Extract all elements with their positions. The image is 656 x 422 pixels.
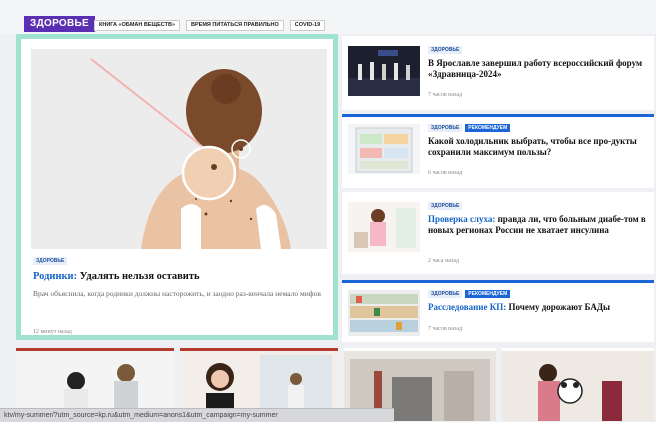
news-title-rest: В Ярославле завершил работу всероссийски… — [428, 58, 643, 79]
news-item[interactable]: ЗДОРОВЬЕ Проверка слуха: правда ли, что … — [342, 192, 654, 274]
news-title[interactable]: В Ярославле завершил работу всероссийски… — [428, 58, 648, 80]
news-badge[interactable]: ЗДОРОВЬЕ — [428, 290, 463, 298]
news-time: 6 часов назад — [428, 170, 463, 176]
news-badge[interactable]: ЗДОРОВЬЕ — [428, 124, 463, 132]
tag-obman-veshchestv[interactable]: КНИГА «ОБМАН ВЕЩЕСТВ» — [94, 20, 181, 31]
news-item[interactable]: ЗДОРОВЬЕ В Ярославле завершил работу все… — [342, 36, 654, 110]
news-thumbnail[interactable] — [348, 124, 420, 174]
news-badges: ЗДОРОВЬЕ — [428, 202, 463, 210]
featured-article-card[interactable]: ЗДОРОВЬЕ Родинки: Удалять нельзя оставит… — [16, 34, 338, 340]
news-item[interactable]: ЗДОРОВЬЕ РЕКОМЕНДУЕМ Расследование КП: П… — [342, 280, 654, 342]
featured-title-rest: Удалять нельзя оставить — [77, 271, 200, 282]
section-logo[interactable]: ЗДОРОВЬЕ — [24, 16, 95, 32]
news-title-highlight: Расследование КП: — [428, 302, 507, 312]
news-time: 2 часа назад — [428, 258, 460, 264]
news-top-bar — [342, 114, 654, 117]
featured-badge[interactable]: ЗДОРОВЬЕ — [33, 257, 68, 265]
news-thumbnail[interactable] — [348, 202, 420, 252]
news-badges: ЗДОРОВЬЕ — [428, 46, 463, 54]
news-title-rest: Почему дорожают БАДы — [506, 302, 611, 312]
bottom-card[interactable] — [502, 348, 654, 421]
featured-description: Врач объяснила, когда родинки должны нас… — [33, 289, 321, 298]
news-thumbnail[interactable] — [348, 46, 420, 96]
news-badge-recommended[interactable]: РЕКОМЕНДУЕМ — [465, 124, 511, 132]
news-time: 7 часов назад — [428, 326, 463, 332]
tag-covid[interactable]: COVID-19 — [289, 20, 326, 31]
news-badge-recommended[interactable]: РЕКОМЕНДУЕМ — [465, 290, 511, 298]
news-badges: ЗДОРОВЬЕ РЕКОМЕНДУЕМ — [428, 290, 511, 298]
news-title[interactable]: Расследование КП: Почему дорожают БАДы — [428, 302, 648, 313]
tag-pitatsya-pravilno[interactable]: ВРЕМЯ ПИТАТЬСЯ ПРАВИЛЬНО — [186, 20, 284, 31]
news-title-rest: Какой холодильник выбрать, чтобы все про… — [428, 136, 637, 157]
news-item[interactable]: ЗДОРОВЬЕ РЕКОМЕНДУЕМ Какой холодильник в… — [342, 114, 654, 188]
news-thumbnail[interactable] — [348, 290, 420, 336]
section-header: ЗДОРОВЬЕ КНИГА «ОБМАН ВЕЩЕСТВ» ВРЕМЯ ПИТ… — [0, 0, 656, 34]
news-top-bar — [342, 280, 654, 283]
featured-time: 12 минут назад — [33, 329, 72, 335]
tag-nav: КНИГА «ОБМАН ВЕЩЕСТВ» ВРЕМЯ ПИТАТЬСЯ ПРА… — [94, 20, 326, 31]
news-title[interactable]: Проверка слуха: правда ли, что больным д… — [428, 214, 648, 236]
news-badge[interactable]: ЗДОРОВЬЕ — [428, 46, 463, 54]
browser-status-url: ktv/my-summer/?utm_source=kp.ru&utm_medi… — [0, 408, 394, 422]
featured-image[interactable] — [31, 49, 327, 249]
news-title-highlight: Проверка слуха: — [428, 214, 496, 224]
news-badges: ЗДОРОВЬЕ РЕКОМЕНДУЕМ — [428, 124, 511, 132]
featured-title-highlight: Родинки: — [33, 271, 78, 282]
bottom-card-image[interactable] — [502, 351, 654, 421]
news-title[interactable]: Какой холодильник выбрать, чтобы все про… — [428, 136, 648, 158]
featured-title[interactable]: Родинки: Удалять нельзя оставить — [33, 271, 323, 282]
news-time: 7 часов назад — [428, 92, 463, 98]
news-badge[interactable]: ЗДОРОВЬЕ — [428, 202, 463, 210]
